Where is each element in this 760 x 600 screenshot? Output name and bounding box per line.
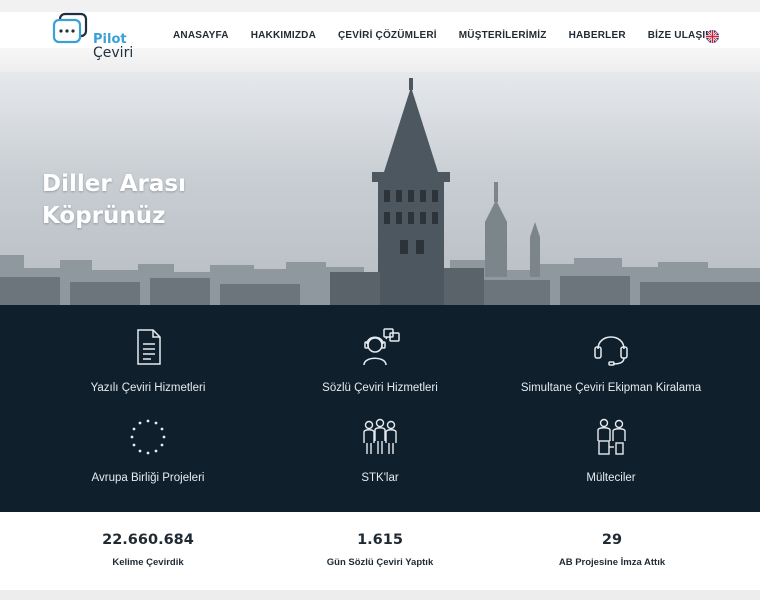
footer-strip <box>0 590 760 600</box>
site-header: Pilot Çeviri ANASAYFA HAKKIMIZDA ÇEVİRİ … <box>0 0 760 72</box>
nav-customers[interactable]: MÜŞTERİLERİMİZ <box>448 30 558 41</box>
nav-about[interactable]: HAKKIMIZDA <box>240 30 327 41</box>
logo[interactable]: Pilot Çeviri <box>50 8 134 66</box>
uk-flag-icon[interactable] <box>706 30 719 43</box>
stats-section: 22.660.684 Kelime Çevirdik 1.615 Gün Söz… <box>0 512 760 600</box>
stat-interpreting-days: 1.615 Gün Sözlü Çeviri Yaptık <box>280 532 480 568</box>
nav-home[interactable]: ANASAYFA <box>162 30 240 41</box>
eu-stars-icon <box>130 419 166 455</box>
hero-title: Diller Arası Köprünüz <box>42 168 186 232</box>
service-label: Sözlü Çeviri Hizmetleri <box>322 382 438 394</box>
hero-banner: Diller Arası Köprünüz <box>0 72 760 305</box>
nav-translation-solutions[interactable]: ÇEVİRİ ÇÖZÜMLERİ <box>327 30 448 41</box>
service-label: Yazılı Çeviri Hizmetleri <box>90 382 206 394</box>
service-label: Avrupa Birliği Projeleri <box>91 472 205 484</box>
nav-news[interactable]: HABERLER <box>558 30 637 41</box>
stat-value: 22.660.684 <box>102 532 194 548</box>
stat-label: Kelime Çevirdik <box>112 557 184 568</box>
hero-title-line2: Köprünüz <box>42 203 166 229</box>
service-label: Simultane Çeviri Ekipman Kiralama <box>520 382 702 394</box>
group-icon <box>363 418 397 454</box>
stat-value: 29 <box>601 532 623 548</box>
logo-text-ceviri: Çeviri <box>93 45 134 61</box>
service-label: STK'lar <box>361 472 399 484</box>
stat-eu-projects: 29 AB Projesine İmza Attık <box>512 532 712 568</box>
stat-words: 22.660.684 Kelime Çevirdik <box>48 532 248 568</box>
hero-title-line1: Diller Arası <box>42 171 186 197</box>
stat-value: 1.615 <box>357 532 403 548</box>
main-nav: ANASAYFA HAKKIMIZDA ÇEVİRİ ÇÖZÜMLERİ MÜŞ… <box>162 30 724 41</box>
stat-label: AB Projesine İmza Attık <box>558 557 666 568</box>
services-section: Yazılı Çeviri Hizmetleri Sözlü Çeviri Hi… <box>0 305 760 512</box>
stat-label: Gün Sözlü Çeviri Yaptık <box>326 557 434 568</box>
service-label: Mülteciler <box>586 472 636 484</box>
headset-icon <box>594 336 628 366</box>
interpreter-icon <box>363 328 400 366</box>
refugees-icon <box>597 418 626 455</box>
document-icon <box>137 329 161 365</box>
